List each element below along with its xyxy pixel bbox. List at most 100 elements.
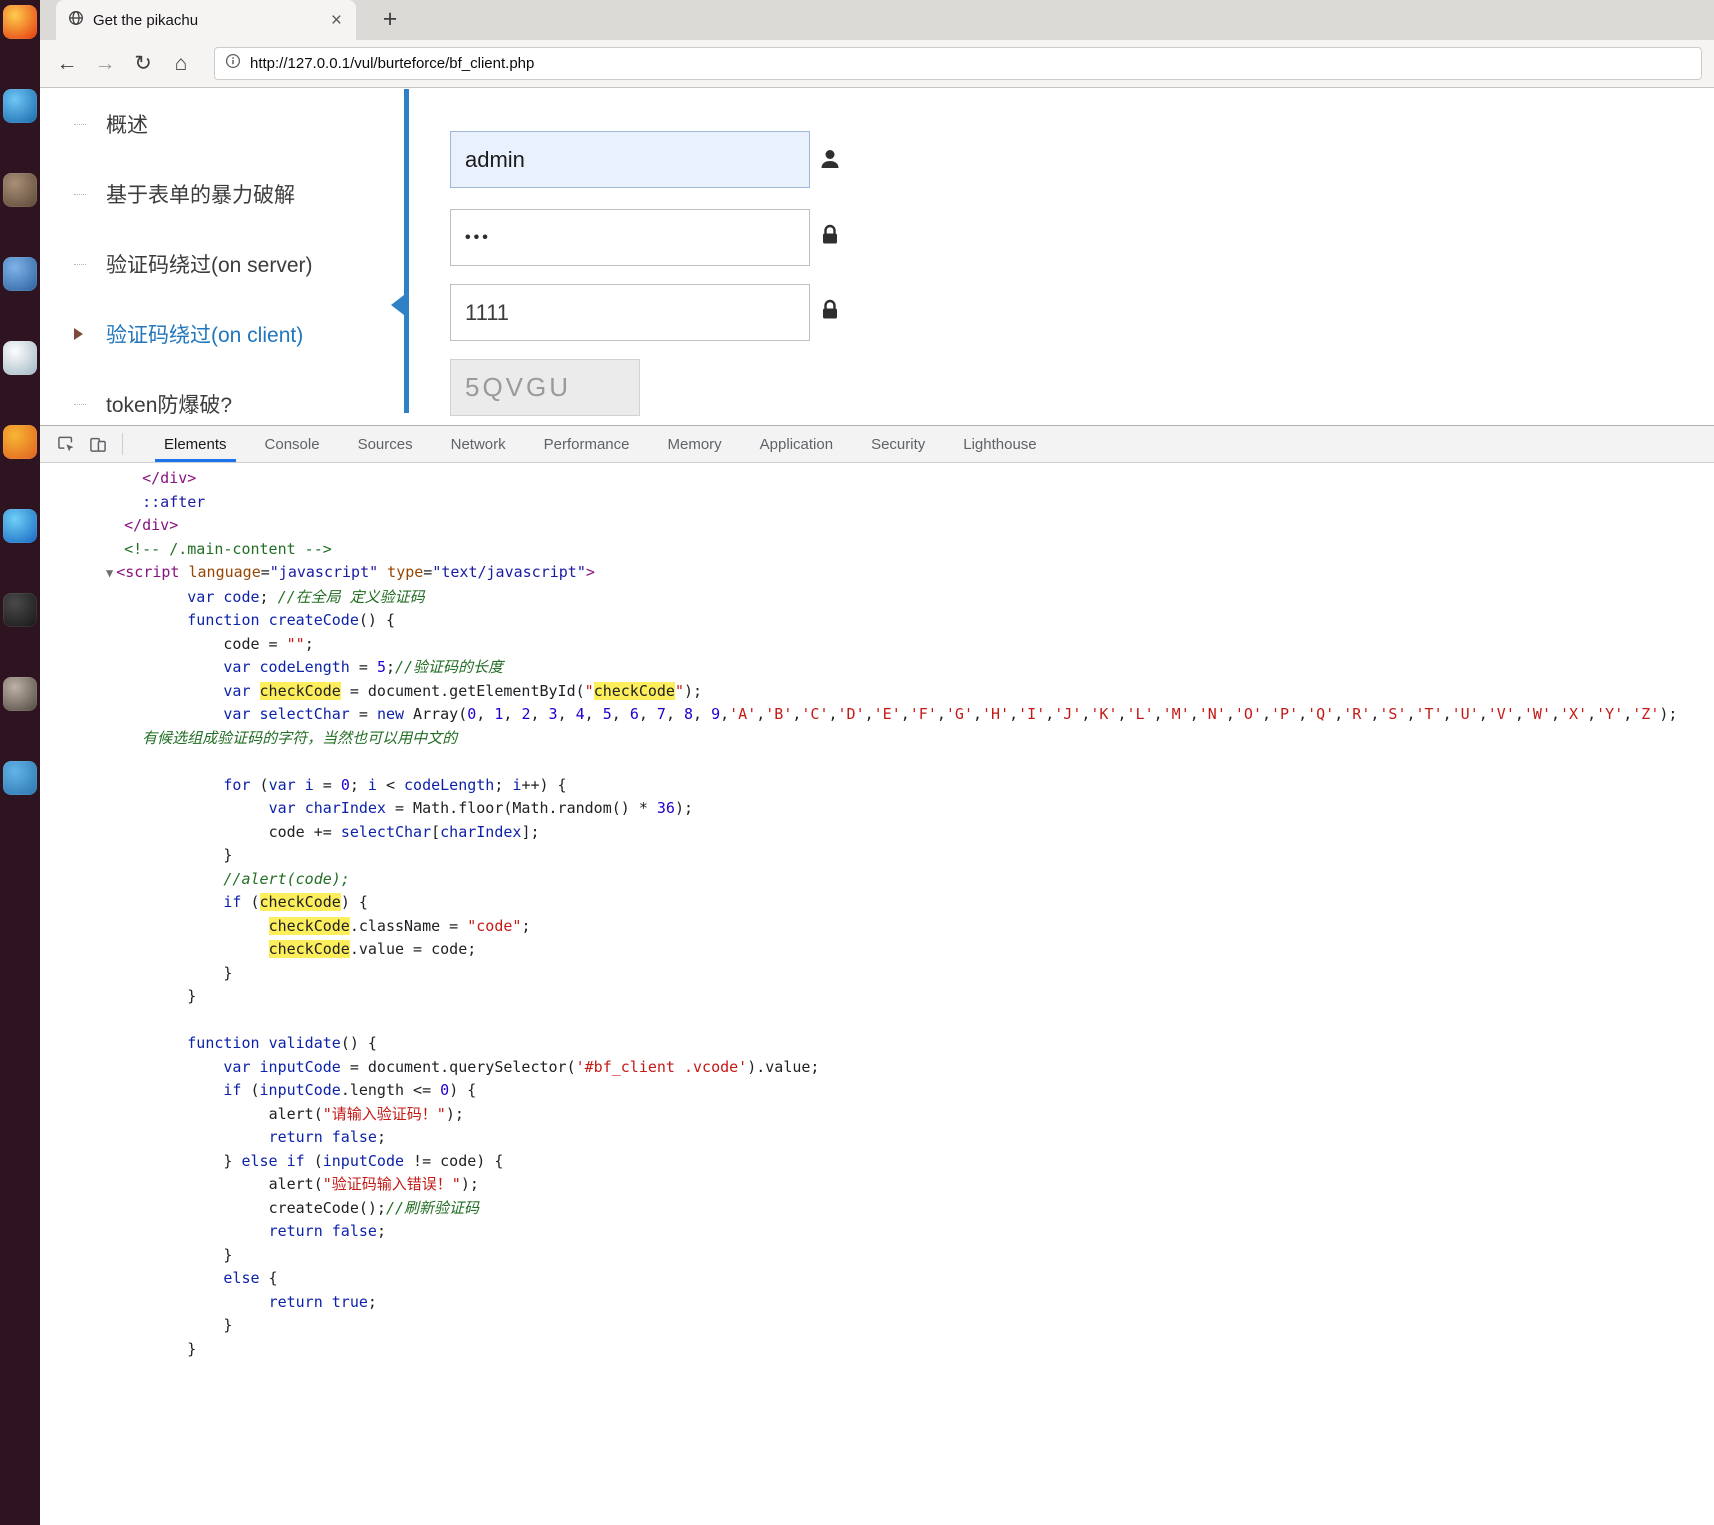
menu-item-label: 验证码绕过(on client) [106, 324, 304, 347]
forward-icon[interactable]: → [86, 45, 124, 83]
devtools-tab-elements[interactable]: Elements [145, 426, 246, 462]
dock-icon-browser[interactable] [3, 509, 37, 543]
code-line[interactable]: } else if (inputCode != code) { [106, 1150, 1714, 1174]
inspect-element-icon[interactable] [50, 430, 82, 458]
code-line[interactable]: function createCode() { [106, 609, 1714, 633]
site-info-icon[interactable] [225, 53, 241, 74]
code-line[interactable]: createCode();//刷新验证码 [106, 1197, 1714, 1221]
menu-item-4[interactable]: 验证码绕过(on client) [40, 299, 404, 369]
code-token-cmt: //验证码的长度 [395, 658, 504, 676]
code-line[interactable]: code += selectChar[charIndex]; [106, 821, 1714, 845]
code-line[interactable]: } [106, 844, 1714, 868]
code-line[interactable]: var checkCode = document.getElementById(… [106, 680, 1714, 704]
code-token-cmt: //刷新验证码 [385, 1198, 480, 1217]
code-line[interactable]: if (inputCode.length <= 0) { [106, 1079, 1714, 1103]
code-line[interactable]: function validate() { [106, 1032, 1714, 1056]
code-token-def: createCode [268, 611, 359, 629]
code-line[interactable]: alert("请输入验证码！"); [106, 1103, 1714, 1127]
code-line[interactable]: else { [106, 1267, 1714, 1291]
code-line[interactable]: var codeLength = 5;//验证码的长度 [106, 656, 1714, 680]
devtools-tab-sources[interactable]: Sources [339, 426, 432, 462]
code-line[interactable]: checkCode.className = "code"; [106, 915, 1714, 939]
code-line[interactable]: checkCode.value = code; [106, 938, 1714, 962]
dock-icon-text-editor[interactable] [3, 341, 37, 375]
code-line[interactable]: alert("验证码输入错误！"); [106, 1173, 1714, 1197]
code-token-p [323, 1293, 332, 1311]
menu-item-2[interactable]: 基于表单的暴力破解 [40, 159, 404, 229]
code-line[interactable]: } [106, 1244, 1714, 1268]
code-token-kw: else [241, 1151, 278, 1170]
code-line[interactable]: for (var i = 0; i < codeLength; i++) { [106, 774, 1714, 798]
devtools-tab-performance[interactable]: Performance [525, 426, 649, 462]
menu-item-5[interactable]: token防爆破? [40, 369, 404, 425]
code-token-p: } [223, 1245, 233, 1264]
menu-item-3[interactable]: 验证码绕过(on server) [40, 229, 404, 299]
code-line[interactable]: var selectChar = new Array(0, 1, 2, 3, 4… [106, 703, 1714, 727]
devtools-tab-memory[interactable]: Memory [649, 426, 741, 462]
code-token-str: 'G' [945, 705, 973, 723]
code-line[interactable] [106, 750, 1714, 774]
code-line[interactable]: return false; [106, 1220, 1714, 1244]
code-line[interactable]: if (checkCode) { [106, 891, 1714, 915]
code-token-p [251, 682, 260, 700]
device-toolbar-icon[interactable] [82, 430, 114, 458]
code-line[interactable]: </div> [106, 467, 1714, 491]
url-bar[interactable]: http://127.0.0.1/vul/burteforce/bf_clien… [214, 47, 1702, 80]
code-token-p [260, 1034, 269, 1052]
code-line[interactable]: var charIndex = Math.floor(Math.random()… [106, 797, 1714, 821]
code-token-cmt: //在全局 定义验证码 [277, 587, 425, 606]
menu-item-1[interactable]: 概述 [40, 89, 404, 159]
code-token-num: 36 [656, 799, 675, 817]
devtools-tab-network[interactable]: Network [432, 426, 525, 462]
code-line[interactable]: } [106, 1338, 1714, 1362]
code-line[interactable]: 有候选组成验证码的字符，当然也可以用中文的 [106, 727, 1714, 751]
code-line[interactable]: return true; [106, 1291, 1714, 1315]
dock-icon-thunderbird[interactable] [3, 89, 37, 123]
code-token-str: 'R' [1343, 705, 1371, 723]
dock-icon-gimp[interactable] [3, 677, 37, 711]
dock-icon-software[interactable] [3, 425, 37, 459]
devtools-tab-console[interactable]: Console [246, 426, 339, 462]
verification-code-input[interactable]: 1111 [450, 284, 810, 341]
dock-icon-firefox[interactable] [3, 5, 37, 39]
code-token-def: selectChar [340, 822, 432, 841]
code-line[interactable]: return false; [106, 1126, 1714, 1150]
new-tab-button[interactable]: + [374, 2, 406, 36]
reload-icon[interactable]: ↻ [124, 45, 162, 83]
code-token-p: , [1009, 705, 1019, 723]
code-token-str: "" [286, 634, 305, 653]
dock-icon-telegram[interactable] [3, 761, 37, 795]
code-token-def: selectChar [259, 705, 350, 723]
code-token-str: 'F' [909, 705, 937, 723]
code-line[interactable]: //alert(code); [106, 868, 1714, 892]
code-line[interactable]: ::after [106, 491, 1714, 515]
dock-icon-terminal[interactable] [3, 593, 37, 627]
code-token-kw: var [223, 681, 251, 700]
dock-icon-mail[interactable] [3, 257, 37, 291]
code-token-val: "javascript" [269, 563, 379, 581]
password-input[interactable]: ••• [450, 209, 810, 266]
code-line[interactable]: code = ""; [106, 633, 1714, 657]
code-token-def: validate [268, 1034, 341, 1052]
code-line[interactable]: var inputCode = document.querySelector('… [106, 1056, 1714, 1080]
code-token-p: , [476, 705, 495, 723]
code-line[interactable]: var code; //在全局 定义验证码 [106, 586, 1714, 610]
code-line[interactable]: } [106, 962, 1714, 986]
home-icon[interactable]: ⌂ [162, 45, 200, 83]
code-line[interactable]: } [106, 1314, 1714, 1338]
code-line[interactable]: } [106, 985, 1714, 1009]
code-line[interactable]: <!-- /.main-content --> [106, 538, 1714, 562]
tab-close-icon[interactable]: × [329, 11, 344, 30]
username-input[interactable]: admin [450, 131, 810, 188]
code-line[interactable]: ▼ <script language="javascript" type="tex… [106, 561, 1714, 586]
dock-icon-files[interactable] [3, 173, 37, 207]
back-icon[interactable]: ← [48, 45, 86, 83]
devtools-tab-application[interactable]: Application [741, 426, 852, 462]
devtools-tab-security[interactable]: Security [852, 426, 944, 462]
code-token-p: .length <= [340, 1081, 441, 1099]
code-token-kw: var [223, 658, 251, 676]
code-line[interactable]: </div> [106, 514, 1714, 538]
devtools-tab-lighthouse[interactable]: Lighthouse [944, 426, 1055, 462]
code-line[interactable] [106, 1009, 1714, 1033]
browser-tab[interactable]: Get the pikachu × [56, 0, 356, 40]
